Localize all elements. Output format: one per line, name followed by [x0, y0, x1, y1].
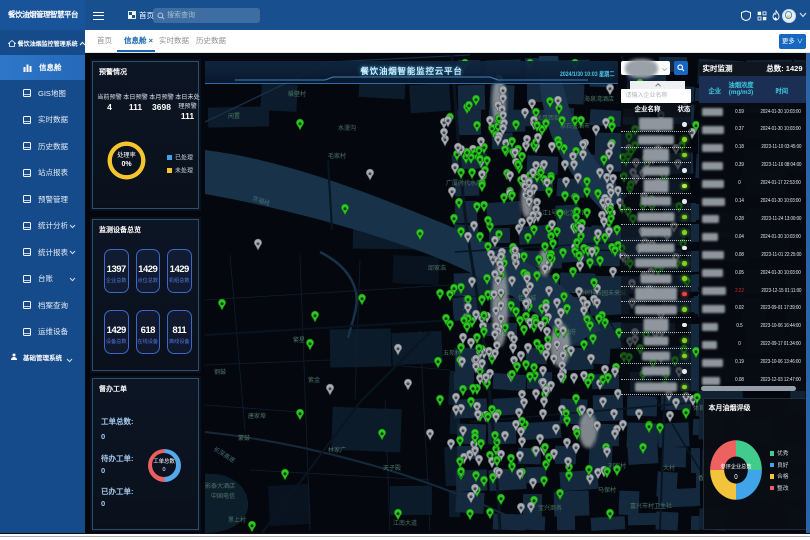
svg-text:毛家村: 毛家村 [328, 152, 346, 160]
svg-text:宝兴商务: 宝兴商务 [538, 504, 562, 512]
svg-text:繁星: 繁星 [293, 336, 305, 344]
svg-text:黑上村: 黑上村 [228, 516, 246, 524]
svg-text:江南大道: 江南大道 [393, 519, 417, 527]
svg-text:广厦时代水岸: 广厦时代水岸 [446, 179, 482, 187]
svg-text:五苑村: 五苑村 [443, 349, 461, 357]
svg-text:邱家浩: 邱家浩 [428, 264, 446, 272]
svg-text:马保村: 马保村 [598, 486, 616, 494]
svg-text:影泰大酒店: 影泰大酒店 [205, 482, 235, 490]
svg-text:0: 0 [734, 474, 738, 481]
svg-text:钢鼓: 钢鼓 [214, 368, 226, 376]
svg-text:参评企业总数: 参评企业总数 [720, 462, 751, 471]
svg-text:林家广: 林家广 [328, 446, 346, 454]
svg-text:大村: 大村 [663, 464, 675, 472]
svg-text:躲壁村: 躲壁村 [288, 90, 306, 98]
svg-text:水漫沟: 水漫沟 [338, 124, 356, 132]
svg-text:富兴市村卫生社: 富兴市村卫生社 [630, 502, 672, 510]
svg-text:蒙鼓: 蒙鼓 [238, 434, 250, 442]
svg-text:紫金: 紫金 [308, 376, 320, 384]
svg-text:海泉湾酒店: 海泉湾酒店 [584, 95, 614, 103]
svg-text:唐家埠: 唐家埠 [248, 412, 266, 420]
svg-text:天子殿: 天子殿 [383, 465, 401, 472]
svg-text:闲置: 闲置 [228, 112, 240, 120]
svg-text:中国电信: 中国电信 [211, 492, 235, 500]
